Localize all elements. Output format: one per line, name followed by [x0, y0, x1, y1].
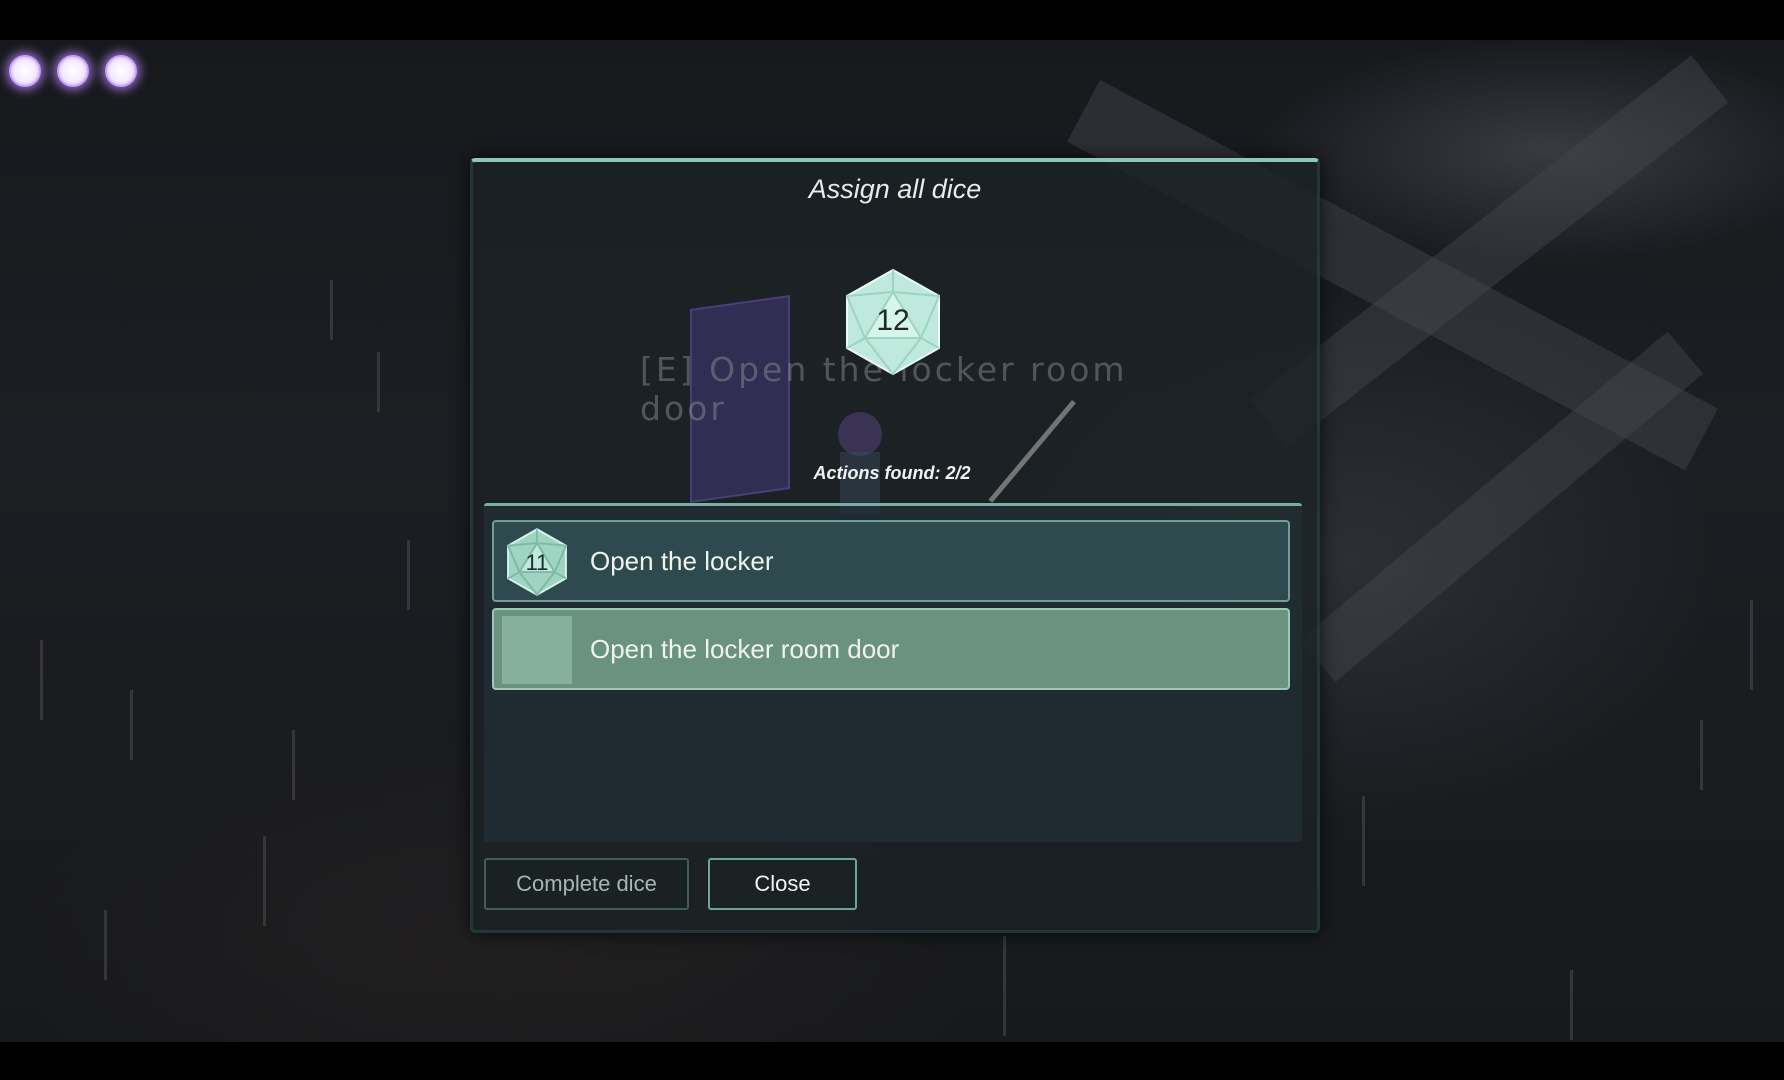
complete-dice-button[interactable]: Complete dice [484, 858, 689, 910]
rain-streak [377, 352, 380, 412]
rain-streak [1750, 600, 1753, 690]
rain-streak [1003, 936, 1006, 1036]
d20-icon[interactable]: 12 [843, 268, 943, 376]
actions-found-counter: Actions found: 2/2 [813, 463, 971, 483]
rain-streak [1700, 720, 1703, 790]
energy-pip-icon [57, 55, 89, 87]
dialog-title: Assign all dice [808, 174, 982, 204]
empty-die-slot[interactable] [502, 616, 572, 684]
close-button[interactable]: Close [708, 858, 857, 910]
die-value: 12 [876, 304, 910, 337]
hud-pips [9, 55, 137, 87]
rain-streak [1362, 796, 1365, 886]
rain-streak [1570, 970, 1573, 1040]
die-value: 11 [525, 550, 549, 575]
action-label: Open the locker room door [590, 634, 900, 664]
action-row-open-locker-room-door[interactable]: Open the locker room door [492, 608, 1290, 690]
rain-streak [263, 836, 266, 926]
rain-streak [330, 280, 333, 340]
d20-icon[interactable]: 11 [504, 528, 570, 596]
energy-pip-icon [9, 55, 41, 87]
action-list: 11 Open the locker Open the locker room … [484, 503, 1302, 842]
rain-streak [292, 730, 295, 800]
rain-streak [40, 640, 43, 720]
rain-streak [130, 690, 133, 760]
action-row-open-locker[interactable]: 11 Open the locker [492, 520, 1290, 602]
rain-streak [104, 910, 107, 980]
action-label: Open the locker [590, 546, 774, 576]
letterbox-bottom [0, 1042, 1784, 1080]
letterbox-top [0, 0, 1784, 40]
rain-streak [407, 540, 410, 610]
energy-pip-icon [105, 55, 137, 87]
